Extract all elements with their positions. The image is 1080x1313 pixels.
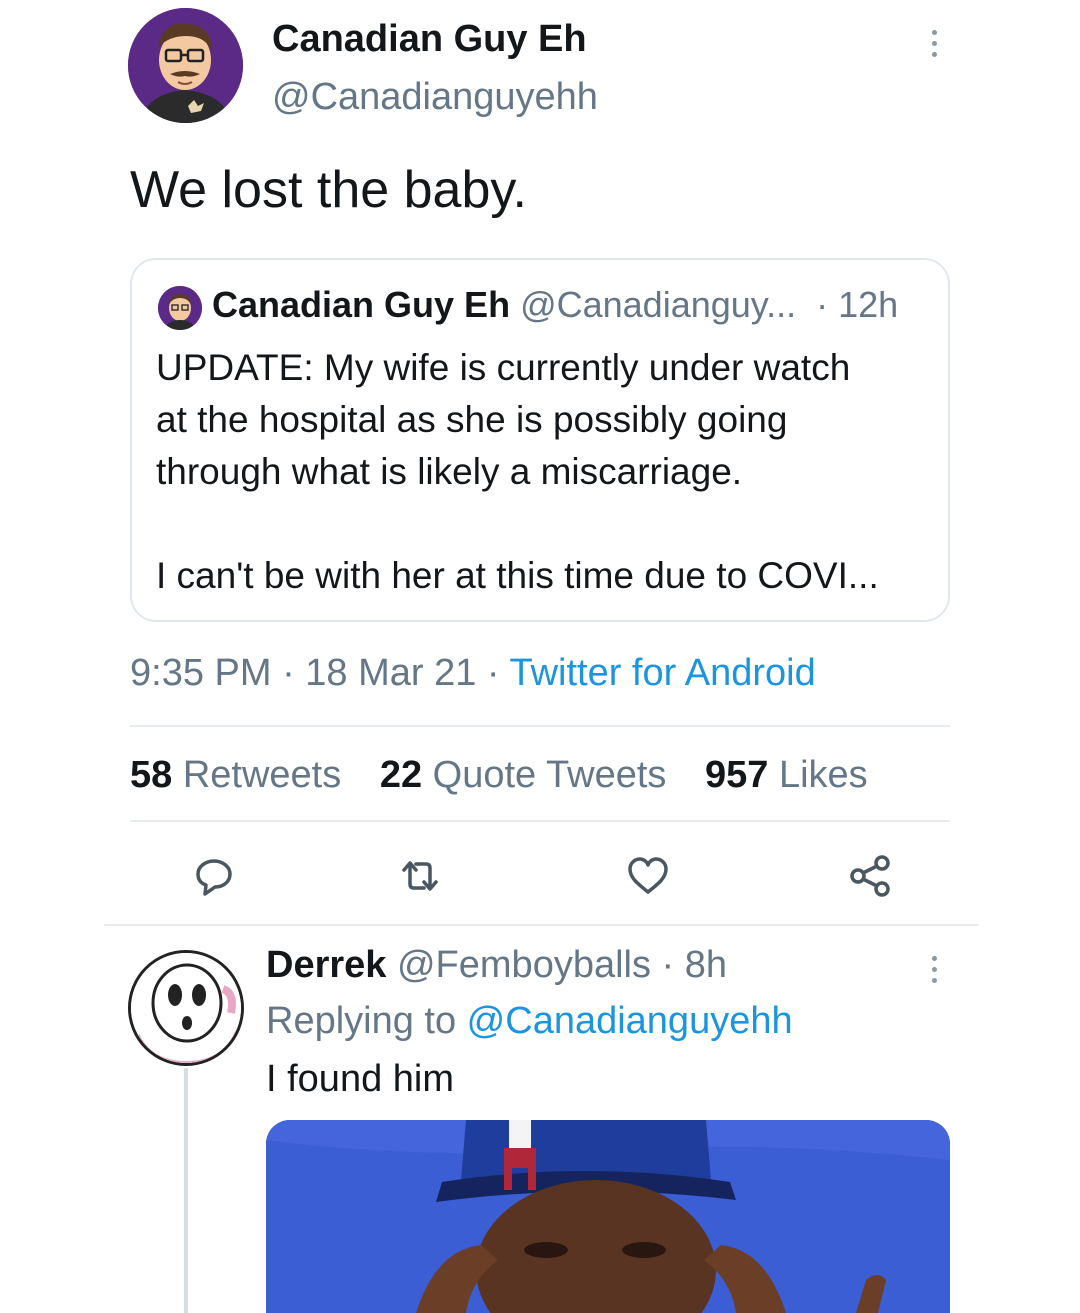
quoted-author-name: Canadian Guy Eh	[212, 284, 511, 325]
divider	[130, 725, 950, 727]
likes-count: 957	[704, 754, 769, 796]
quoted-tweet-line: UPDATE: My wife is currently under watch	[156, 347, 851, 388]
quoted-tweet-body: UPDATE: My wife is currently under watch…	[156, 342, 936, 602]
retweet-icon[interactable]	[396, 852, 444, 900]
reply-author-avatar[interactable]	[128, 950, 244, 1066]
replying-to: Replying to @Canadianguyehh	[266, 1000, 793, 1043]
divider	[104, 924, 978, 926]
quoted-tweet-line: at the hospital as she is possibly going	[156, 399, 788, 440]
quoted-tweet-header: Canadian Guy Eh @Canadianguy... · 12h	[212, 284, 898, 326]
divider	[130, 820, 950, 822]
quoted-author-avatar	[158, 286, 202, 330]
quoted-tweet-card[interactable]: Canadian Guy Eh @Canadianguy... · 12h UP…	[130, 258, 950, 622]
replying-prefix: Replying to	[266, 1000, 467, 1042]
quoted-tweet-time: · 12h	[796, 284, 899, 325]
reply-media-image[interactable]	[266, 1120, 950, 1313]
author-handle[interactable]: @Canadianguyehh	[272, 76, 598, 119]
quotes-label: Quote Tweets	[422, 754, 667, 796]
tweet-text: We lost the baby.	[130, 161, 527, 219]
tweet-stats: 58 Retweets 22 Quote Tweets 957 Likes	[130, 754, 896, 797]
tweet-timestamp: 9:35 PM · 18 Mar 21 · Twitter for Androi…	[130, 652, 816, 695]
reply-more-options-icon[interactable]	[920, 950, 950, 990]
like-icon[interactable]	[624, 852, 672, 900]
likes-label: Likes	[768, 754, 868, 796]
retweets-label: Retweets	[172, 754, 342, 796]
reply-icon[interactable]	[190, 852, 238, 900]
tweet-date: 9:35 PM · 18 Mar 21 ·	[130, 652, 510, 694]
reply-author-handle[interactable]: @Femboyballs	[386, 944, 651, 986]
replying-to-mention[interactable]: @Canadianguyehh	[467, 1000, 793, 1042]
retweets-count: 58	[130, 754, 173, 796]
tweet-source-link[interactable]: Twitter for Android	[509, 652, 815, 694]
more-options-icon[interactable]	[920, 24, 950, 64]
thread-line	[184, 1068, 188, 1313]
quoted-tweet-line: through what is likely a miscarriage.	[156, 451, 743, 492]
quote-tweets-stat[interactable]: 22 Quote Tweets	[380, 754, 667, 796]
retweets-stat[interactable]: 58 Retweets	[130, 754, 341, 796]
reply-header: Derrek @Femboyballs · 8h	[266, 944, 727, 987]
reply-time: · 8h	[650, 944, 728, 986]
quoted-tweet-line: I can't be with her at this time due to …	[156, 555, 879, 596]
reply-text: I found him	[266, 1058, 454, 1100]
quotes-count: 22	[379, 754, 423, 796]
likes-stat[interactable]: 957 Likes	[705, 754, 868, 796]
reply-author-name[interactable]: Derrek	[266, 944, 386, 986]
share-icon[interactable]	[846, 852, 894, 900]
author-name[interactable]: Canadian Guy Eh	[272, 18, 587, 61]
author-avatar[interactable]	[128, 8, 243, 123]
quoted-author-handle: @Canadianguy...	[510, 284, 797, 325]
